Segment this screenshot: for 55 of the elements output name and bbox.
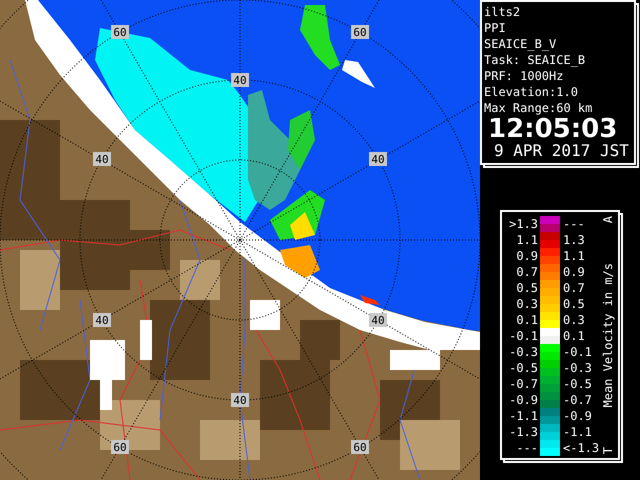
legend-value: 0.3 [516, 296, 538, 312]
range-label: 40 [369, 152, 387, 166]
range-label: 60 [351, 440, 369, 454]
range-label: 40 [93, 313, 111, 327]
legend-value: -1.1 [509, 408, 538, 424]
legend-value: -1.3 [509, 424, 538, 440]
info-line: Elevation:1.0 [484, 84, 579, 100]
info-line: ilts2 [484, 4, 522, 20]
legend-value: -0.7 [509, 376, 538, 392]
info-line: PRF: 1000Hz [484, 68, 564, 84]
legend-mark: T [601, 446, 615, 454]
legend-value: 0.9 [516, 248, 538, 264]
legend-value: 1.1 [516, 232, 538, 248]
legend-value: 1.1 [563, 248, 586, 264]
scan-date: 9 APR 2017 JST [493, 142, 630, 160]
range-label: 60 [111, 440, 129, 454]
legend-value: 0.3 [563, 312, 586, 328]
info-line: SEAICE_B_V [484, 36, 558, 52]
info-line: Task: SEAICE_B [484, 52, 586, 68]
legend-title: Mean Velocity in m/s [601, 262, 615, 408]
range-label: 40 [93, 152, 111, 166]
legend-value: -0.1 [563, 344, 593, 360]
approaching-echo-patch [290, 212, 315, 240]
range-label: 40 [231, 393, 249, 407]
snow-echo-patch [342, 60, 375, 88]
range-label: 60 [111, 25, 129, 39]
range-label: 40 [369, 313, 387, 327]
legend-value: 1.3 [563, 232, 586, 248]
legend-value: -0.3 [563, 360, 593, 376]
legend-value: --- [516, 440, 538, 456]
legend-value: -0.7 [563, 392, 593, 408]
legend-value: -0.5 [509, 360, 538, 376]
legend-value: 0.9 [563, 264, 586, 280]
legend-value: -0.1 [509, 328, 538, 344]
legend-value: -0.9 [563, 408, 593, 424]
scan-time: 12:05:03 [487, 116, 618, 142]
legend-value: 0.7 [516, 264, 538, 280]
legend-value: --- [563, 216, 586, 232]
fast-echo-patch [360, 295, 380, 305]
range-label: 60 [351, 25, 369, 39]
legend-value: -0.9 [509, 392, 538, 408]
legend-mark: A [601, 216, 615, 224]
info-line: PPI [484, 20, 507, 36]
legend-value: -0.5 [563, 376, 593, 392]
legend-value: 0.7 [563, 280, 586, 296]
range-label: 40 [231, 73, 249, 87]
info-line: Max Range:60 km [484, 100, 594, 116]
legend-value: 0.5 [563, 296, 586, 312]
legend-value: >1.3 [509, 216, 538, 232]
legend-value: <-1.3 [563, 440, 600, 456]
legend-value: -0.3 [509, 344, 538, 360]
legend-value: -1.1 [563, 424, 593, 440]
legend-value: 0.1 [563, 328, 586, 344]
legend-value: 0.1 [516, 312, 538, 328]
legend-value: 0.5 [516, 280, 538, 296]
